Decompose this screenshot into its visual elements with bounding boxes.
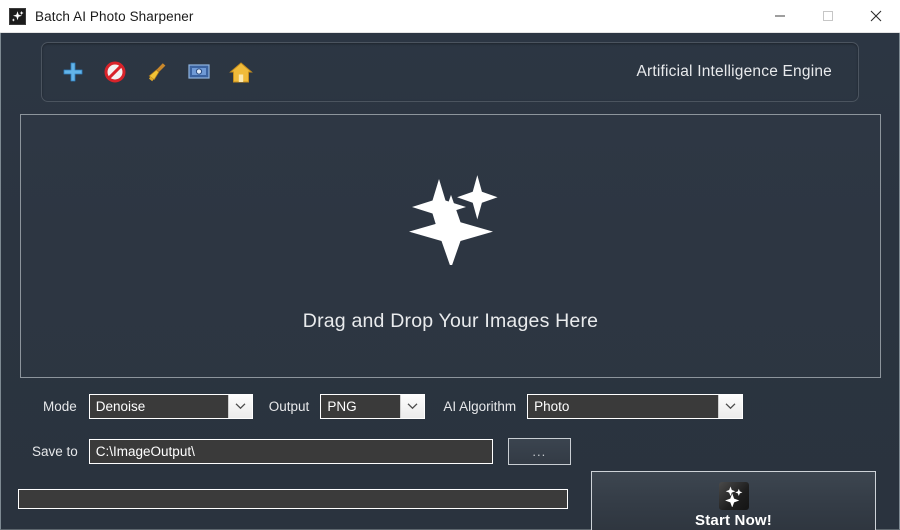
- home-icon[interactable]: [228, 59, 254, 85]
- browse-folder-button[interactable]: ...: [507, 437, 571, 465]
- window-controls: [756, 0, 900, 32]
- mode-label: Mode: [43, 398, 77, 414]
- application-window: Batch AI Photo Sharpener Artificial Inte…: [0, 0, 900, 530]
- save-to-row: Save to C:\ImageOutput\ ...: [1, 437, 900, 465]
- title-bar: Batch AI Photo Sharpener: [0, 0, 900, 33]
- sparkles-icon: [393, 145, 509, 270]
- close-button[interactable]: [852, 0, 900, 32]
- drop-zone-message: Drag and Drop Your Images Here: [302, 310, 599, 332]
- ai-algorithm-label: AI Algorithm: [443, 398, 517, 414]
- engine-label: Artificial Intelligence Engine: [636, 63, 832, 80]
- title-bar-left: Batch AI Photo Sharpener: [0, 7, 194, 25]
- chevron-down-icon[interactable]: [400, 394, 425, 418]
- mode-select-value: Denoise: [95, 398, 146, 414]
- progress-bar: [18, 489, 568, 509]
- maximize-button[interactable]: [804, 0, 852, 32]
- ai-algorithm-select[interactable]: Photo: [527, 393, 744, 419]
- options-row: Mode Denoise Output PNG AI Algorithm Pho…: [1, 393, 900, 419]
- save-path-input[interactable]: C:\ImageOutput\: [88, 438, 493, 464]
- remove-file-icon[interactable]: [102, 59, 128, 85]
- chevron-down-icon[interactable]: [227, 394, 252, 418]
- mode-select[interactable]: Denoise: [88, 393, 253, 419]
- toolbar-icon-group: [42, 59, 254, 85]
- start-now-button[interactable]: Start Now!: [591, 471, 876, 530]
- output-select[interactable]: PNG: [320, 393, 426, 419]
- chevron-down-icon[interactable]: [718, 394, 743, 418]
- toolbar-panel: Artificial Intelligence Engine: [41, 42, 859, 102]
- add-files-icon[interactable]: [60, 59, 86, 85]
- drop-zone[interactable]: Drag and Drop Your Images Here: [20, 114, 881, 378]
- save-to-label: Save to: [32, 443, 78, 459]
- window-title: Batch AI Photo Sharpener: [35, 8, 194, 24]
- save-path-value: C:\ImageOutput\: [95, 443, 195, 459]
- ai-algorithm-select-value: Photo: [534, 398, 570, 414]
- start-now-label: Start Now!: [695, 511, 772, 529]
- main-body: Artificial Intelligence Engine Drag and …: [0, 33, 900, 530]
- minimize-button[interactable]: [756, 0, 804, 32]
- preview-image-icon[interactable]: [186, 59, 212, 85]
- output-label: Output: [268, 398, 310, 414]
- output-select-value: PNG: [327, 398, 357, 414]
- sparkle-icon: [718, 481, 749, 510]
- clear-list-icon[interactable]: [144, 59, 170, 85]
- sparkle-app-icon: [9, 7, 26, 25]
